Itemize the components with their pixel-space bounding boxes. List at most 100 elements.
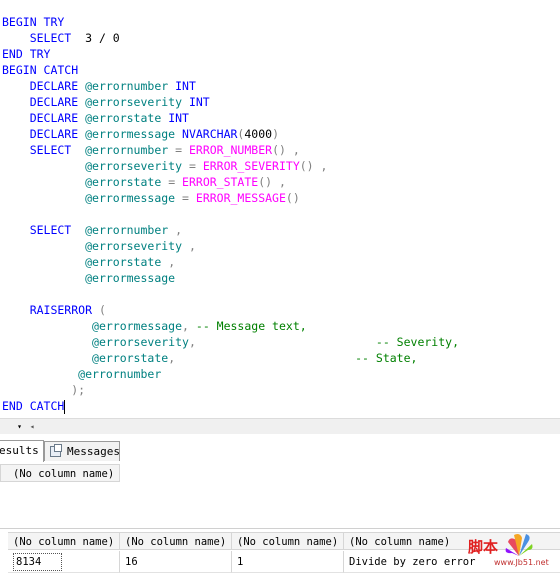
code-token: DECLARE <box>2 79 86 93</box>
scroll-track[interactable] <box>40 420 560 434</box>
code-token: ); <box>2 383 86 397</box>
code-line[interactable]: @errorstate = ERROR_STATE() , <box>2 174 286 190</box>
code-line[interactable]: @errorstate , <box>2 254 175 270</box>
code-token: ERROR_SEVERITY <box>202 159 300 173</box>
site-watermark: 脚本 www.Jb51.net <box>468 532 558 572</box>
code-token: ( <box>98 303 106 317</box>
code-token: -- State, <box>175 351 418 365</box>
code-token: @errorseverity <box>85 239 183 253</box>
code-token: () <box>285 191 300 205</box>
code-token: () , <box>299 159 328 173</box>
code-line[interactable]: RAISERROR ( <box>2 302 106 318</box>
code-token: INT <box>182 95 210 109</box>
result-grid-1[interactable]: (No column name) <box>0 462 560 528</box>
code-line[interactable]: DECLARE @errornumber INT <box>2 78 196 94</box>
tab-results[interactable]: esults <box>0 440 44 462</box>
code-line[interactable]: @errorstate, -- State, <box>2 350 417 366</box>
code-token: RAISERROR <box>2 303 99 317</box>
code-token: , <box>168 223 183 237</box>
code-token: DECLARE <box>2 95 86 109</box>
code-token: @errormessage <box>92 319 183 333</box>
code-token: -- Message text, <box>195 319 307 333</box>
scroll-left-arrow-icon[interactable]: ◂ <box>26 421 38 433</box>
code-token: ERROR_MESSAGE <box>195 191 286 205</box>
code-line[interactable]: SELECT @errornumber , <box>2 222 182 238</box>
code-token: @errorseverity <box>92 335 189 349</box>
results-tab-bar: esults Messages <box>0 434 560 463</box>
code-token: , <box>182 239 196 253</box>
code-line[interactable]: SELECT 3 / 0 <box>2 30 120 46</box>
code-line[interactable]: END CATCH <box>2 398 66 414</box>
query-editor[interactable]: BEGIN TRY SELECT 3 / 0 END TRY BEGIN CATCH… <box>0 0 560 418</box>
code-token: () , <box>258 175 286 189</box>
code-token: = <box>175 191 196 205</box>
tab-messages[interactable]: Messages <box>44 441 120 461</box>
editor-horizontal-scrollbar[interactable]: ▾ ◂ <box>0 418 560 435</box>
tab-messages-label: Messages <box>67 445 120 458</box>
code-token: @errorseverity <box>85 95 183 109</box>
zoom-dropdown[interactable]: ▾ <box>0 421 22 433</box>
code-line[interactable]: @errorseverity , <box>2 238 196 254</box>
code-token: 3 / 0 <box>78 31 120 45</box>
code-line[interactable]: DECLARE @errorstate INT <box>2 110 189 126</box>
code-token: SELECT <box>2 143 86 157</box>
code-line[interactable]: END TRY <box>2 46 50 62</box>
code-token: @errorseverity <box>85 159 183 173</box>
watermark-text: 脚本 <box>468 538 499 556</box>
code-line[interactable]: DECLARE @errorseverity INT <box>2 94 210 110</box>
code-token: @errorstate <box>85 255 162 269</box>
code-token: , <box>182 319 196 333</box>
code-line[interactable]: BEGIN TRY <box>2 14 64 30</box>
code-token: SELECT <box>2 31 79 45</box>
grid2-cell-error-severity[interactable]: 16 <box>120 551 232 573</box>
code-token: BEGIN TRY <box>2 15 65 29</box>
code-token: ) <box>272 127 279 141</box>
code-line[interactable]: DECLARE @errormessage NVARCHAR(4000) <box>2 126 279 142</box>
code-token: , <box>161 255 176 269</box>
text-caret <box>64 399 66 414</box>
code-token: NVARCHAR <box>175 127 238 141</box>
code-token: END TRY <box>2 47 51 61</box>
code-token: = <box>182 159 203 173</box>
code-token: @errornumber <box>85 79 169 93</box>
code-line[interactable]: @errorseverity, -- Severity, <box>2 334 459 350</box>
grid2-column-header[interactable]: (No column name) <box>120 532 232 550</box>
code-token: @errornumber <box>85 223 169 237</box>
code-token: INT <box>161 111 189 125</box>
tab-results-label: esults <box>0 444 39 457</box>
grid2-column-header[interactable]: (No column name) <box>8 532 120 550</box>
code-token: @errornumber <box>85 143 169 157</box>
code-token: -- Severity, <box>195 335 459 349</box>
code-line[interactable]: ); <box>2 382 85 398</box>
grid2-cell-error-state[interactable]: 1 <box>232 551 344 573</box>
code-token: = <box>161 175 183 189</box>
code-token: ERROR_STATE <box>182 175 259 189</box>
code-token: , <box>188 335 196 349</box>
watermark-subtext: www.Jb51.net <box>494 558 549 567</box>
code-token: 4000 <box>244 127 273 141</box>
code-line[interactable]: @errormessage <box>2 270 175 286</box>
code-token: () , <box>272 143 300 157</box>
code-line[interactable]: SELECT @errornumber = ERROR_NUMBER() , <box>2 142 300 158</box>
grid2-cell-error-number[interactable]: 8134 <box>8 551 120 573</box>
code-line[interactable]: BEGIN CATCH <box>2 62 78 78</box>
code-token: @errormessage <box>85 127 176 141</box>
code-line[interactable]: @errormessage = ERROR_MESSAGE() <box>2 190 300 206</box>
code-token: SELECT <box>2 223 86 237</box>
code-line[interactable]: @errorseverity = ERROR_SEVERITY() , <box>2 158 327 174</box>
grid2-column-header[interactable]: (No column name) <box>232 532 344 550</box>
code-token: BEGIN CATCH <box>2 63 79 77</box>
code-token: @errorstate <box>92 351 169 365</box>
grid1-column-header[interactable]: (No column name) <box>0 464 120 482</box>
code-token: DECLARE <box>2 127 86 141</box>
code-line[interactable]: @errormessage, -- Message text, <box>2 318 307 334</box>
code-line[interactable]: @errornumber <box>2 366 161 382</box>
